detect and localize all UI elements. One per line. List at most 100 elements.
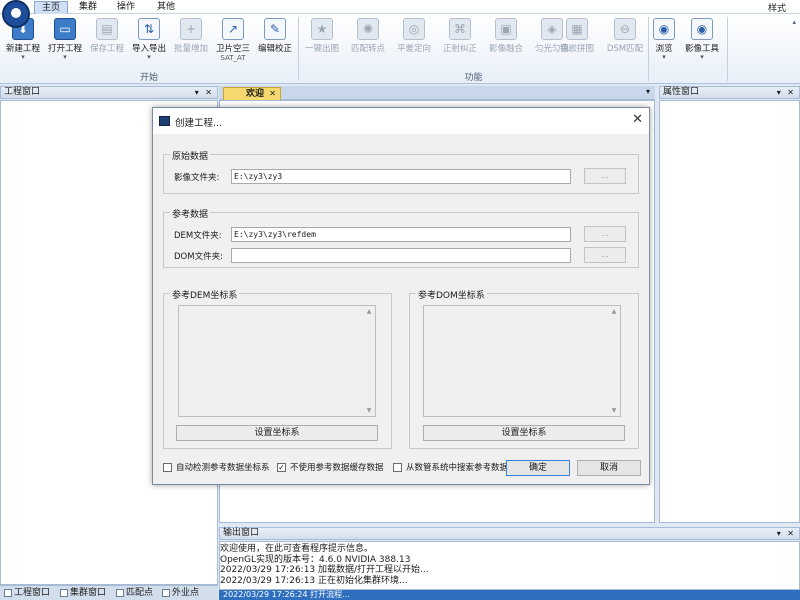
- image-tools-button[interactable]: ◉ 影像工具 ▾: [680, 18, 724, 61]
- image-fusion-button[interactable]: ▣ 影像融合: [484, 18, 528, 54]
- tab-list-chevron-icon[interactable]: ▾: [646, 87, 650, 96]
- edit-correct-button[interactable]: ✎ 编辑校正: [255, 18, 295, 54]
- tab-cluster-window[interactable]: 集群窗口: [58, 587, 106, 599]
- document-tab-bar: 欢迎 ✕ ▾: [219, 86, 655, 100]
- dialog-title: 创建工程...: [175, 118, 223, 129]
- tab-welcome[interactable]: 欢迎 ✕: [223, 87, 281, 100]
- dem-set-coord-button[interactable]: 设置坐标系: [176, 425, 378, 441]
- match-points-button[interactable]: ✺ 匹配转点: [346, 18, 390, 54]
- create-project-dialog: 创建工程... ✕ 原始数据 影像文件夹: ... 参考数据 DEM文件夹: .…: [152, 107, 650, 485]
- dsm-match-icon: ⊖: [614, 18, 636, 40]
- dom-coord-title: 参考DOM坐标系: [416, 288, 487, 301]
- scroll-down-icon[interactable]: ▼: [610, 407, 618, 414]
- image-fusion-icon: ▣: [495, 18, 517, 40]
- satellite-at-button[interactable]: ↗ 卫片空三 SAT_AT: [213, 18, 253, 62]
- checkbox-box[interactable]: [163, 463, 172, 472]
- adjustment-button[interactable]: ◎ 平差定向: [392, 18, 436, 54]
- tab-match-points[interactable]: 匹配点: [114, 587, 153, 599]
- output-panel-title: 输出窗口: [223, 528, 260, 538]
- import-export-button[interactable]: ⇅ 导入导出 ▾: [129, 18, 169, 61]
- match-points-icon: ✺: [357, 18, 379, 40]
- scroll-up-icon[interactable]: ▲: [610, 308, 618, 315]
- menu-tab-cluster[interactable]: 集群: [72, 1, 104, 14]
- image-tools-icon: ◉: [691, 18, 713, 40]
- tab-field-points[interactable]: 外业点: [160, 587, 199, 599]
- dom-coord-listbox[interactable]: ▲ ▼: [423, 305, 621, 417]
- chevron-down-icon: ▾: [147, 53, 151, 61]
- scroll-down-icon[interactable]: ▼: [365, 407, 373, 414]
- dom-folder-input[interactable]: [231, 248, 571, 263]
- scrollbar[interactable]: ▲ ▼: [610, 306, 618, 416]
- group-separator: [298, 17, 299, 81]
- app-window-icon: [159, 116, 170, 126]
- menu-bar: 主页 集群 操作 其他 样式: [0, 0, 800, 14]
- search-dms-checkbox[interactable]: 从数管系统中搜索参考数据: [393, 463, 508, 473]
- match-points-tab-icon: [116, 589, 124, 597]
- ok-button[interactable]: 确定: [506, 460, 570, 476]
- save-project-button[interactable]: ▤ 保存工程: [87, 18, 127, 54]
- panel-controls[interactable]: ▾ ✕: [777, 528, 796, 539]
- project-tab-icon: [4, 589, 12, 597]
- dom-set-coord-button[interactable]: 设置坐标系: [423, 425, 625, 441]
- mosaic-icon: ▦: [566, 18, 588, 40]
- one-click-map-button[interactable]: ★ 一键出图: [300, 18, 344, 54]
- dem-folder-input[interactable]: [231, 227, 571, 242]
- property-panel-body[interactable]: [659, 100, 800, 523]
- style-menu[interactable]: 样式: [768, 1, 786, 14]
- checkmark-icon[interactable]: ✓: [277, 463, 286, 472]
- dialog-titlebar[interactable]: 创建工程... ✕: [153, 108, 649, 134]
- image-folder-browse-button[interactable]: ...: [584, 168, 626, 184]
- output-line: 2022/03/29 17:26:13 正在初始化集群环境...: [220, 575, 408, 586]
- no-cache-checkbox[interactable]: ✓ 不使用参考数据缓存数据: [277, 463, 384, 473]
- project-panel-title: 工程窗口: [4, 87, 41, 97]
- menu-tab-other[interactable]: 其他: [150, 1, 182, 14]
- menu-tab-operation[interactable]: 操作: [110, 1, 142, 14]
- checkbox-box[interactable]: [393, 463, 402, 472]
- chevron-down-icon: ▾: [21, 53, 25, 61]
- dem-coord-title: 参考DEM坐标系: [170, 288, 240, 301]
- batch-add-button[interactable]: + 批量增加: [171, 18, 211, 54]
- group-label-functions: 功能: [464, 73, 483, 83]
- ribbon-collapse-icon[interactable]: ▴: [792, 18, 796, 26]
- chevron-down-icon: ▾: [700, 53, 704, 61]
- source-data-group: 原始数据 影像文件夹: ...: [163, 149, 639, 194]
- reference-data-title: 参考数据: [170, 207, 211, 220]
- open-project-icon: ▭: [54, 18, 76, 40]
- dem-coord-listbox[interactable]: ▲ ▼: [178, 305, 376, 417]
- group-separator: [648, 17, 649, 81]
- close-icon[interactable]: ✕: [632, 113, 643, 127]
- cancel-button[interactable]: 取消: [577, 460, 641, 476]
- scrollbar[interactable]: ▲ ▼: [365, 306, 373, 416]
- tab-project-window[interactable]: 工程窗口: [2, 587, 50, 599]
- output-line: 2022/03/29 17:26:13 加载数据/打开工程以开始...: [220, 565, 429, 575]
- app-logo-icon[interactable]: [2, 0, 30, 28]
- batch-add-icon: +: [180, 18, 202, 40]
- image-folder-input[interactable]: [231, 169, 571, 184]
- auto-detect-coord-checkbox[interactable]: 自动检测参考数据坐标系: [163, 463, 270, 473]
- save-project-icon: ▤: [96, 18, 118, 40]
- dem-folder-label: DEM文件夹:: [174, 231, 222, 241]
- one-click-map-icon: ★: [311, 18, 333, 40]
- edit-correct-icon: ✎: [264, 18, 286, 40]
- scroll-up-icon[interactable]: ▲: [365, 308, 373, 315]
- open-project-button[interactable]: ▭ 打开工程 ▾: [45, 18, 85, 61]
- panel-controls[interactable]: ▾ ✕: [195, 87, 214, 98]
- group-separator: [727, 17, 728, 81]
- dsm-match-button[interactable]: ⊖ DSM匹配: [603, 18, 647, 54]
- chevron-down-icon: ▾: [662, 53, 666, 61]
- dom-folder-browse-button[interactable]: ...: [584, 247, 626, 263]
- status-text: 2022/03/29 17:26:24 打开流程...: [223, 590, 350, 599]
- close-icon[interactable]: ✕: [269, 88, 276, 100]
- reference-data-group: 参考数据 DEM文件夹: ... DOM文件夹: ...: [163, 207, 639, 268]
- browse-button[interactable]: ◉ 浏览 ▾: [650, 18, 678, 61]
- browse-icon: ◉: [653, 18, 675, 40]
- menu-tab-home[interactable]: 主页: [34, 1, 69, 14]
- mosaic-button[interactable]: ▦ 镶嵌拼图: [555, 18, 599, 54]
- status-bar: 2022/03/29 17:26:24 打开流程...: [219, 590, 800, 600]
- panel-controls[interactable]: ▾ ✕: [777, 87, 796, 98]
- ortho-correct-button[interactable]: ⌘ 正射纠正: [438, 18, 482, 54]
- cluster-tab-icon: [60, 589, 68, 597]
- group-label-start: 开始: [139, 73, 158, 83]
- dem-folder-browse-button[interactable]: ...: [584, 226, 626, 242]
- image-folder-label: 影像文件夹:: [174, 173, 220, 183]
